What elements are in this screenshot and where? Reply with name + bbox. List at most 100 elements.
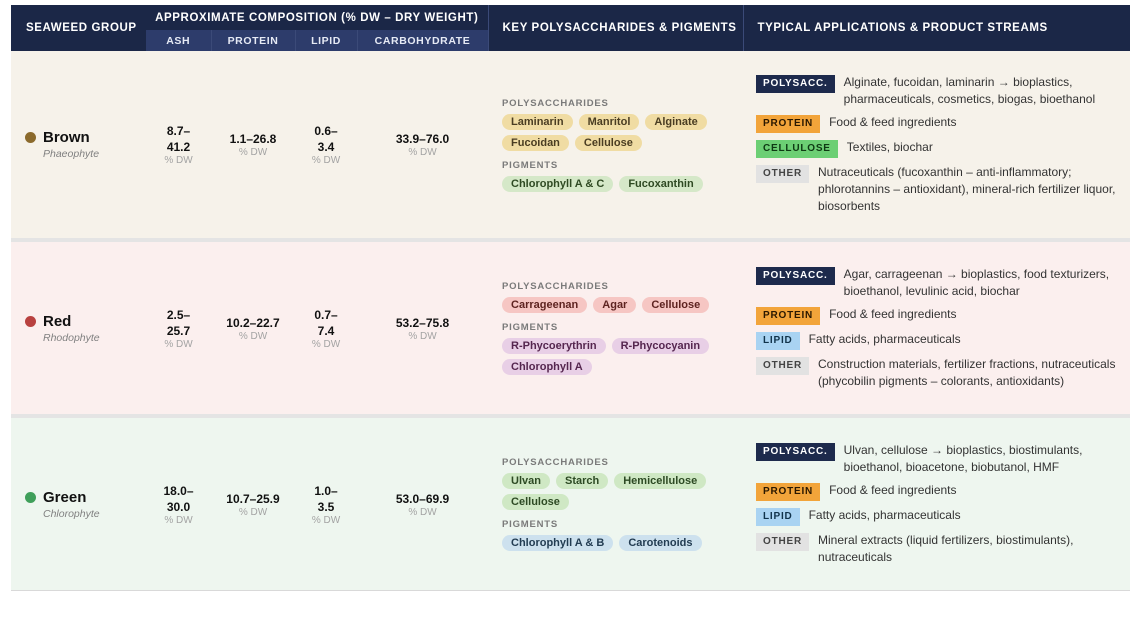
polysaccharides-label: POLYSACCHARIDES [502,457,609,468]
header-carbohydrate: CARBOHYDRATE [356,30,489,51]
application-badge-protein: PROTEIN [756,115,821,133]
ash-cell: 2.5– 25.7% DW [146,242,211,414]
ash-cell: 18.0– 30.0% DW [146,418,211,590]
pigment-chips: Chlorophyll A & C Fucoxanthin [502,175,727,192]
unit-label: % DW [408,147,437,158]
unit-label: % DW [164,338,193,350]
application-text: Ulvan, cellulose → bioplastics, biostimu… [843,443,1083,474]
application-item: POLYSACC. Ulvan, cellulose → bioplastics,… [756,442,1122,476]
application-item: PROTEIN Food & feed ingredients [756,482,1122,501]
lipid-value: 0.7– [314,307,338,322]
protein-cell: 10.2–22.7% DW [211,242,295,414]
application-text: Food & feed ingredients [829,307,957,321]
pigment-chip: Chlorophyll A [502,359,592,375]
application-text: Alginate, fucoidan, laminarin → bioplast… [843,75,1096,106]
pigment-chip: Carotenoids [619,535,702,551]
lipid-value: 3.4 [317,140,335,154]
unit-label: % DW [238,506,268,518]
carbohydrate-cell: 53.2–75.8% DW [357,242,489,414]
polysaccharide-chip: Ulvan [502,473,550,489]
protein-value: 10.2–22.7 [226,315,280,330]
polysaccharide-chips: Ulvan Starch Hemicellulose Cellulose [502,473,727,510]
application-item: OTHER Construction materials, fertilizer … [756,356,1122,390]
application-item: OTHER Nutraceuticals (fucoxanthin – anti-… [756,164,1122,215]
application-item: POLYSACC. Agar, carrageenan → bioplastics… [756,266,1122,300]
carbohydrate-value: 53.0–69.9 [395,491,450,506]
application-text: Fatty acids, pharmaceuticals [808,508,961,522]
seaweed-table-wrapper: SEAWEED GROUP APPROXIMATE COMPOSITION (%… [11,5,1131,591]
header-composition: APPROXIMATE COMPOSITION (% DW – DRY WEIG… [146,5,489,30]
group-latin-name: Chlorophyte [43,507,100,520]
group-title: Red [43,312,72,330]
applications-cell: POLYSACC. Ulvan, cellulose → bioplastics,… [743,418,1131,590]
group-name: Red [11,313,146,330]
unit-label: % DW [238,330,268,342]
ash-value: 8.7– [166,124,191,138]
application-badge-protein: PROTEIN [756,483,821,501]
pigment-chips: R-Phycoerythrin R-Phycocyanin Chlorophyll … [502,338,727,375]
header-ash: ASH [146,30,211,51]
application-text: Food & feed ingredients [829,483,957,497]
polysaccharide-chip: Cellulose [642,297,710,313]
pigment-chip: Chlorophyll A & C [502,175,614,192]
application-badge-polysacc: POLYSACC. [756,75,835,93]
application-text: Agar, carrageenan → bioplastics, food te… [843,267,1110,298]
application-item: PROTEIN Food & feed ingredients [756,306,1122,325]
polysaccharide-chip: Cellulose [574,134,642,151]
applications-cell: POLYSACC. Alginate, fucoidan, laminarin →… [743,51,1131,238]
application-item: OTHER Mineral extracts (liquid fertilizer… [756,532,1122,566]
group-latin-name: Phaeophyte [43,148,100,160]
key-compounds-cell: POLYSACCHARIDES Ulvan Starch Hemicellulose C… [488,418,744,590]
polysaccharide-chips: Laminarin Manritol Alginate Fucoidan Cellulo… [502,113,727,151]
applications-cell: POLYSACC. Agar, carrageenan → bioplastics… [743,242,1131,414]
protein-value: 1.1–26.8 [229,132,277,146]
group-title: Green [43,488,87,506]
header-key-polysaccharides: KEY POLYSACCHARIDES & PIGMENTS [487,5,744,51]
ash-value: 2.5– [166,307,191,322]
polysaccharide-chip: Starch [555,473,609,489]
application-text: Nutraceuticals (fucoxanthin – anti-infla… [818,165,1116,213]
application-item: POLYSACC. Alginate, fucoidan, laminarin →… [756,74,1122,108]
polysaccharide-chip: Cellulose [502,494,569,510]
seaweed-composition-table: SEAWEED GROUP APPROXIMATE COMPOSITION (%… [11,5,1131,590]
group-cell: Red Rhodophyte [11,242,146,414]
lipid-value: 1.0– [314,483,338,498]
polysaccharide-chip: Alginate [645,113,707,130]
unit-label: % DW [311,155,341,166]
polysaccharides-label: POLYSACCHARIDES [502,97,609,109]
group-cell: Brown Phaeophyte [11,51,146,238]
polysaccharide-chip: Hemicellulose [614,473,707,489]
pigment-chip: Fucoxanthin [619,175,703,192]
pigment-chip: R-Phycocyanin [611,338,710,354]
unit-label: % DW [408,330,437,342]
lipid-value: 7.4 [317,323,335,338]
ash-value: 41.2 [166,140,191,154]
pigment-chip: R-Phycoerythrin [502,338,606,354]
lipid-cell: 0.7– 7.4% DW [295,242,357,414]
header-seaweed-group: SEAWEED GROUP [11,5,146,51]
group-color-dot [25,315,36,327]
application-item: LIPID Fatty acids, pharmaceuticals [756,507,1122,526]
application-badge-polysacc: POLYSACC. [756,267,835,285]
protein-cell: 10.7–25.9% DW [211,418,295,590]
polysaccharide-chip: Fucoidan [502,134,569,151]
ash-value: 25.7 [166,323,191,338]
group-name: Green [11,489,146,506]
polysaccharide-chip: Manritol [578,113,640,130]
application-badge-other: OTHER [756,533,810,551]
application-text: Fatty acids, pharmaceuticals [808,332,961,346]
polysaccharide-chip: Laminarin [502,113,573,130]
application-badge-protein: PROTEIN [756,307,821,325]
polysaccharide-chip: Agar [593,297,637,313]
key-compounds-cell: POLYSACCHARIDES Laminarin Manritol Alginate… [488,51,744,238]
table-row-green: Green Chlorophyte 18.0– 30.0% DW 10.7–25.9% … [11,418,1131,590]
group-color-dot [25,132,36,143]
lipid-value: 0.6– [314,124,338,138]
table-bottom-border [11,590,1130,591]
polysaccharides-label: POLYSACCHARIDES [502,281,609,292]
group-name: Brown [11,129,146,146]
table-row-brown: Brown Phaeophyte 8.7– 41.2 % DW 1.1–26.8 % DW 0… [11,51,1131,238]
application-badge-lipid: LIPID [756,508,800,526]
application-item: PROTEIN Food & feed ingredients [756,114,1122,133]
application-text: Construction materials, fertilizer fract… [818,357,1116,388]
